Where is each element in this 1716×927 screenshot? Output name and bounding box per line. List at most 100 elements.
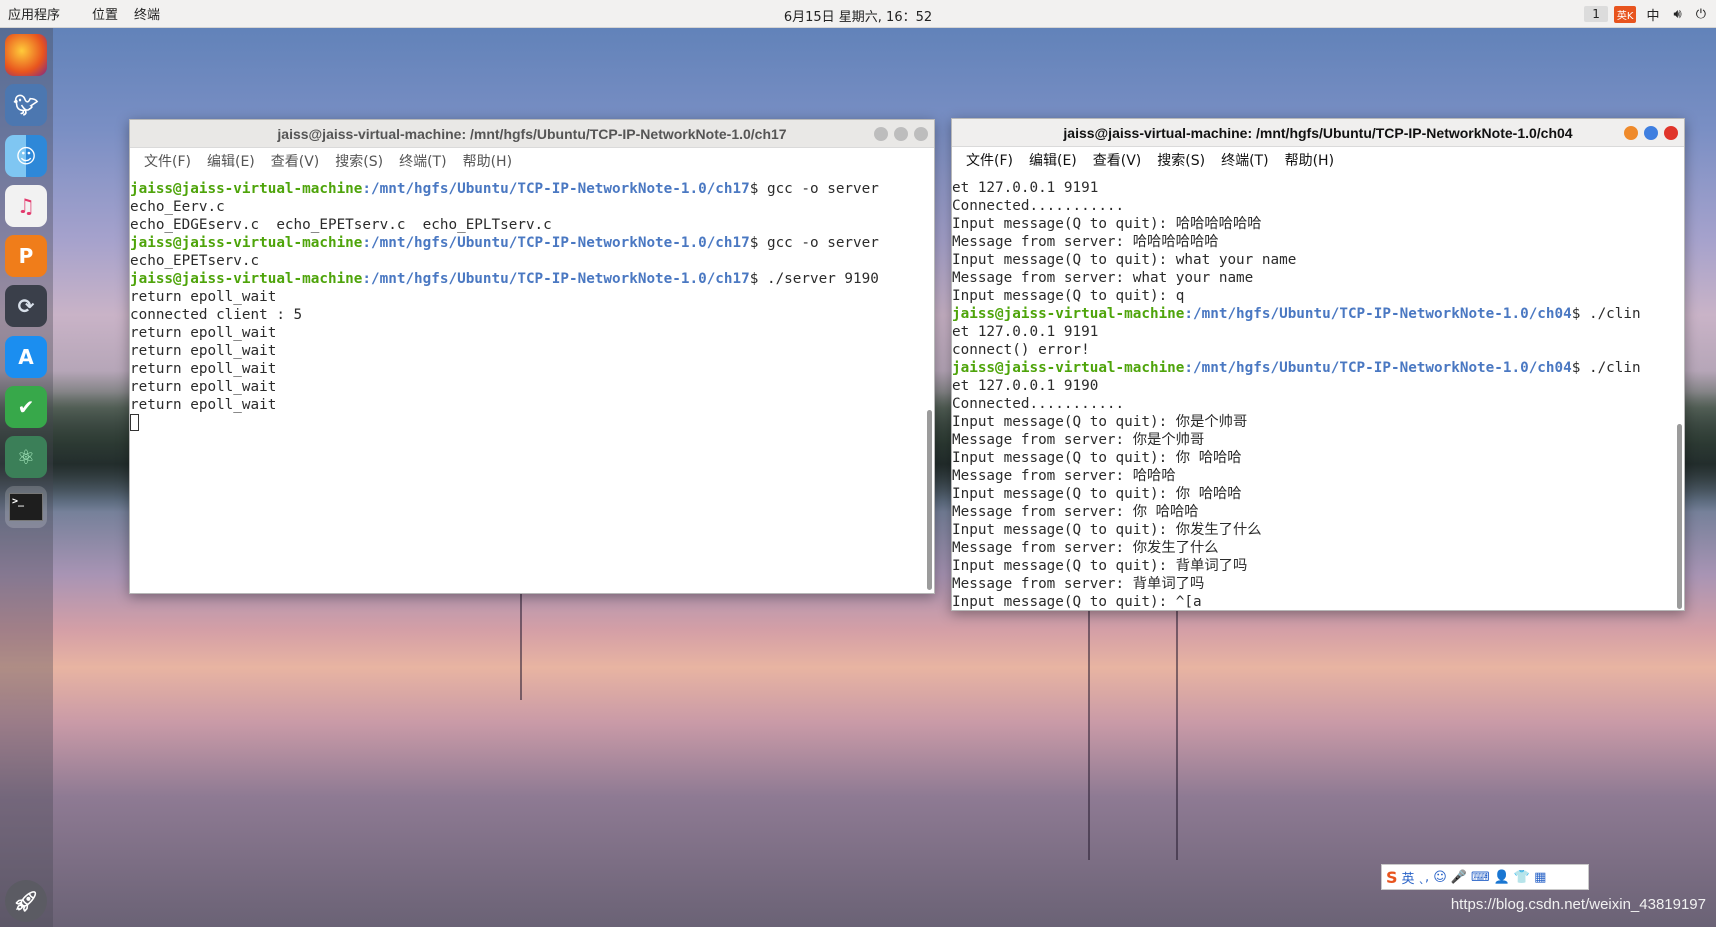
launcher-rocket-icon[interactable]: 🚀︎: [5, 880, 47, 922]
line-text: return epoll_wait: [130, 289, 277, 305]
ime-tool-5-icon[interactable]: 👕: [1514, 870, 1530, 885]
close-button[interactable]: [1664, 126, 1678, 140]
menu-item-3[interactable]: 搜索(S): [1149, 150, 1213, 170]
menu-item-0[interactable]: 文件(F): [136, 151, 199, 171]
line-text: Input message(Q to quit): 你发生了什么: [952, 522, 1262, 538]
window-title: jaiss@jaiss-virtual-machine: /mnt/hgfs/U…: [277, 126, 787, 142]
music-icon[interactable]: ♫: [5, 185, 47, 227]
menu-item-4[interactable]: 终端(T): [1213, 150, 1276, 170]
terminal-line: return epoll_wait: [130, 324, 925, 342]
ime-indicator[interactable]: 英K: [1613, 5, 1637, 23]
workspace-indicator[interactable]: 1: [1584, 6, 1608, 22]
line-text: et 127.0.0.1 9191: [952, 180, 1099, 196]
line-text: Input message(Q to quit): what your name: [952, 252, 1297, 268]
menu-item-2[interactable]: 查看(V): [263, 151, 328, 171]
ime-tool-3-icon[interactable]: ⌨: [1471, 870, 1490, 885]
ime-tool-1-icon[interactable]: ☺: [1433, 870, 1447, 885]
terminal-line: Input message(Q to quit): 你 哈哈哈: [952, 485, 1677, 503]
firefox-icon[interactable]: [5, 34, 47, 76]
prompt-user: jaiss@jaiss-virtual-machine: [130, 181, 363, 197]
terminal-line: Input message(Q to quit): 哈哈哈哈哈哈: [952, 215, 1677, 233]
scrollbar[interactable]: [1677, 424, 1682, 609]
window-titlebar[interactable]: jaiss@jaiss-virtual-machine: /mnt/hgfs/U…: [952, 119, 1684, 147]
maximize-button[interactable]: [894, 127, 908, 141]
sogou-logo-icon[interactable]: S: [1386, 868, 1398, 887]
maximize-button[interactable]: [1644, 126, 1658, 140]
places-menu[interactable]: 位置: [84, 4, 126, 23]
terminal-output[interactable]: jaiss@jaiss-virtual-machine :/mnt/hgfs/Ub…: [130, 180, 925, 590]
terminal-line: jaiss@jaiss-virtual-machine:/mnt/hgfs/Ub…: [952, 359, 1677, 377]
terminal-line: Connected...........: [952, 197, 1677, 215]
line-text: Message from server: 你 哈哈哈: [952, 504, 1199, 520]
presentation-icon[interactable]: P: [5, 235, 47, 277]
scrollbar[interactable]: [927, 410, 932, 590]
terminal-output[interactable]: et 127.0.0.1 9191 Connected........... Inp…: [952, 179, 1677, 609]
line-text: $ gcc -o server: [749, 181, 888, 197]
finder-icon[interactable]: ☺: [5, 135, 47, 177]
ime-tool-6-icon[interactable]: ▦: [1534, 870, 1546, 885]
input-language[interactable]: 中: [1642, 5, 1663, 24]
sync-icon[interactable]: ⟳: [5, 285, 47, 327]
terminal-line: return epoll_wait: [130, 288, 925, 306]
window-titlebar[interactable]: jaiss@jaiss-virtual-machine: /mnt/hgfs/U…: [130, 120, 934, 148]
minimize-button[interactable]: [874, 127, 888, 141]
line-text: echo_EDGEserv.c echo_EPETserv.c echo_EPL…: [130, 217, 552, 233]
text-cursor: [130, 414, 139, 431]
terminal-line: jaiss@jaiss-virtual-machine:/mnt/hgfs/Ub…: [130, 180, 925, 198]
line-text: et 127.0.0.1 9190: [952, 378, 1099, 394]
terminal-line: Message from server: what your name: [952, 269, 1677, 287]
menu-item-5[interactable]: 帮助(H): [455, 151, 520, 171]
terminal-window-ch17[interactable]: jaiss@jaiss-virtual-machine: /mnt/hgfs/U…: [129, 119, 935, 594]
ime-toolbar[interactable]: S 英 ˎ, ☺ 🎤 ⌨ 👤 👕 ▦: [1381, 864, 1589, 890]
ime-tool-2-icon[interactable]: 🎤: [1451, 870, 1467, 885]
terminal-icon[interactable]: >_: [5, 486, 47, 528]
terminal-line: jaiss@jaiss-virtual-machine:/mnt/hgfs/Ub…: [952, 305, 1677, 323]
line-text: echo_Eerv.c: [130, 199, 225, 215]
menu-item-4[interactable]: 终端(T): [391, 151, 454, 171]
ime-tool-4-icon[interactable]: 👤: [1494, 870, 1510, 885]
ime-tool-0-icon[interactable]: ˎ,: [1419, 870, 1430, 885]
terminal-window-ch04[interactable]: jaiss@jaiss-virtual-machine: /mnt/hgfs/U…: [951, 118, 1685, 611]
line-text: return epoll_wait: [130, 361, 277, 377]
terminal-line: echo_Eerv.c: [130, 198, 925, 216]
app-store-icon[interactable]: A: [5, 336, 47, 378]
menu-item-3[interactable]: 搜索(S): [327, 151, 391, 171]
terminal-line: return epoll_wait: [130, 396, 925, 414]
menu-item-5[interactable]: 帮助(H): [1277, 150, 1342, 170]
applications-menu[interactable]: 应用程序: [0, 4, 68, 23]
menu-item-1[interactable]: 编辑(E): [199, 151, 263, 171]
atom-icon[interactable]: ⚛: [5, 436, 47, 478]
menu-item-2[interactable]: 查看(V): [1085, 150, 1150, 170]
menu-item-0[interactable]: 文件(F): [958, 150, 1021, 170]
line-text: connected client : 5: [130, 307, 303, 323]
line-text: return epoll_wait: [130, 397, 277, 413]
terminal-line: Input message(Q to quit): what your name: [952, 251, 1677, 269]
terminal-line: echo_EDGEserv.c echo_EPETserv.c echo_EPL…: [130, 216, 925, 234]
menu-item-1[interactable]: 编辑(E): [1021, 150, 1085, 170]
ime-mode[interactable]: 英: [1402, 868, 1415, 887]
clock[interactable]: 6月15日 星期六, 16：52: [0, 6, 1716, 25]
line-text: $ ./server 9190: [749, 271, 879, 287]
image-viewer-icon[interactable]: 🐦︎: [5, 84, 47, 126]
prompt-user: jaiss@jaiss-virtual-machine: [130, 235, 363, 251]
line-text: connect() error!: [952, 342, 1090, 358]
line-text: Message from server: 你发生了什么: [952, 540, 1219, 556]
dock: 🐦︎ ☺ ♫ P ⟳ A ✔ ⚛ >_ 🚀︎: [0, 28, 53, 927]
prompt-path: :/mnt/hgfs/Ubuntu/TCP-IP-NetworkNote-1.0…: [362, 271, 750, 287]
close-button[interactable]: [914, 127, 928, 141]
prompt-path: :/mnt/hgfs/Ubuntu/TCP-IP-NetworkNote-1.0…: [1184, 306, 1572, 322]
line-text: Message from server: what your name: [952, 270, 1254, 286]
checkmark-app-icon[interactable]: ✔: [5, 386, 47, 428]
line-text: return epoll_wait: [130, 325, 277, 341]
terminal-menubar: 文件(F) 编辑(E) 查看(V) 搜索(S) 终端(T) 帮助(H): [952, 147, 1684, 172]
power-icon[interactable]: ⏻: [1692, 7, 1710, 22]
top-panel: 应用程序 位置 终端 6月15日 星期六, 16：52 1 英K 中 🔊︎ ⏻: [0, 0, 1716, 28]
terminal-line: echo_EPETserv.c: [130, 252, 925, 270]
terminal-app-menu[interactable]: 终端: [126, 4, 168, 23]
terminal-line: return epoll_wait: [130, 342, 925, 360]
terminal-line: jaiss@jaiss-virtual-machine:/mnt/hgfs/Ub…: [130, 270, 925, 288]
terminal-line: connected client : 5: [130, 306, 925, 324]
line-text: $ ./clin: [1571, 306, 1641, 322]
volume-icon[interactable]: 🔊︎: [1670, 7, 1686, 22]
minimize-button[interactable]: [1624, 126, 1638, 140]
